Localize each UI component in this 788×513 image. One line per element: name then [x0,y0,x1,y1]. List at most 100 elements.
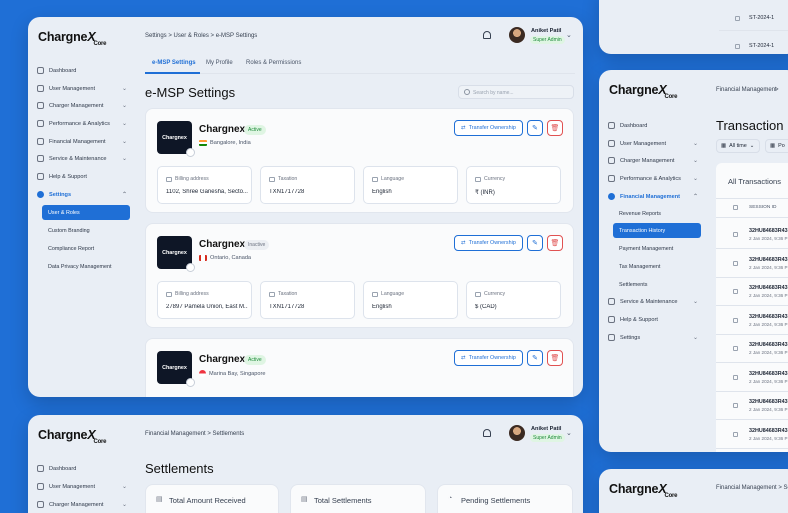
sidebar-item-user-management[interactable]: User Management ⌄ [37,81,127,96]
table-row[interactable]: 32HU84683R43 2 Jan 2024, 9:36 P [716,250,788,278]
company-name: Chargnex [199,354,246,365]
row-checkbox[interactable] [735,16,740,21]
sidebar-item-service[interactable]: Service & Maintenance ⌄ [37,151,127,166]
sidebar-item-help[interactable]: Help & Support [608,312,698,327]
row-checkbox[interactable] [733,431,738,437]
sidebar-sub-transaction-history[interactable]: Transaction History [613,223,701,238]
users-icon [37,85,44,92]
transfer-ownership-button[interactable]: ⇄ Transfer Ownership [454,120,523,136]
table-row[interactable]: 32HU84683R43 2 Jan 2024, 9:36 P [716,307,788,335]
swap-icon: ⇄ [461,125,466,131]
bell-icon[interactable] [483,429,491,437]
table-row[interactable]: 32HU84683R43 2 Jan 2024, 9:36 P [716,392,788,420]
row-divider [719,30,788,31]
trash-icon: 🗑 [550,125,560,132]
user-name: Aniket Patil [531,426,562,432]
chevron-down-icon: ⌄ [692,141,698,147]
row-checkbox[interactable] [733,317,738,323]
table-row[interactable]: 32HU84683R43 2 Jan 2024, 9:36 P [716,335,788,363]
tab-my-profile[interactable]: My Profile [206,60,233,66]
sidebar-item-dashboard[interactable]: Dashboard [608,118,698,133]
date-filter-dropdown[interactable]: ▦ All time ⌄ [716,139,760,153]
company-location: Ontario, Canada [199,255,251,261]
currency-field: Currency ₹ (INR) [466,166,561,204]
avatar[interactable] [509,425,525,441]
sidebar-sub-custom-branding[interactable]: Custom Branding [42,223,130,238]
sidebar-item-service[interactable]: Service & Maintenance ⌄ [608,294,698,309]
select-all-checkbox[interactable] [733,205,738,210]
brand-logo: ChargneXCore [609,482,678,499]
chevron-down-icon: ⌄ [121,156,127,162]
language-field: Language English [363,281,458,319]
sidebar-item-charger-management[interactable]: Charger Management ⌄ [37,98,127,113]
row-checkbox[interactable] [733,289,738,294]
edit-button[interactable]: ✎ [527,350,543,366]
edit-button[interactable]: ✎ [527,120,543,136]
port-filter-dropdown[interactable]: ▦ Po [765,139,788,153]
camera-icon[interactable] [186,148,195,157]
table-row[interactable]: 32HU84683R43 2 Jan 2024, 9:36 P [716,421,788,449]
table-row[interactable]: 32HU84683R43 2 Jan 2024, 9:36 P [716,221,788,249]
sidebar-sub-compliance[interactable]: Compliance Report [42,241,130,256]
sidebar-item-charger-management[interactable]: Charger Management ⌄ [37,497,127,512]
row-checkbox[interactable] [733,403,738,408]
row-checkbox[interactable] [733,260,738,266]
delete-button[interactable]: 🗑 [547,120,563,136]
session-date: 2 Jan 2024, 9:36 P [749,236,788,241]
sidebar-item-settings[interactable]: Settings ⌃ [37,187,127,202]
company-name: Chargnex [199,124,246,135]
edit-button[interactable]: ✎ [527,235,543,251]
bell-icon[interactable] [483,31,491,39]
delete-button[interactable]: 🗑 [547,350,563,366]
sidebar-item-user-management[interactable]: User Management ⌄ [37,479,127,494]
sidebar-item-charger-management[interactable]: Charger Management ⌄ [608,153,698,168]
row-checkbox[interactable] [735,44,740,49]
transfer-ownership-button[interactable]: ⇄ Transfer Ownership [454,235,523,251]
sidebar-item-performance[interactable]: Performance & Analytics ⌄ [37,116,127,131]
chevron-down-icon[interactable]: ⌄ [566,31,572,39]
delete-button[interactable]: 🗑 [547,235,563,251]
charger-icon [608,157,615,164]
chevron-down-icon[interactable]: ⌄ [566,429,572,437]
sidebar-item-performance[interactable]: Performance & Analytics ⌄ [608,171,698,186]
sidebar-sub-revenue-reports[interactable]: Revenue Reports [613,206,701,221]
sidebar-sub-settlements[interactable]: Settlements [613,277,701,292]
transfer-ownership-button[interactable]: ⇄ Transfer Ownership [454,350,523,366]
table-row[interactable]: 32HU84683R43 2 Jan 2024, 9:36 P [716,278,788,306]
sidebar-sub-payment-management[interactable]: Payment Management [613,241,701,256]
sidebar-sub-user-roles[interactable]: User & Roles [42,205,130,220]
avatar[interactable] [509,27,525,43]
breadcrumb: Settings > User & Roles > e-MSP Settings [145,33,258,39]
search-input[interactable]: Search by name... [458,85,574,99]
tab-roles-permissions[interactable]: Roles & Permissions [246,60,301,66]
sidebar-item-dashboard[interactable]: Dashboard [37,461,127,476]
settlements-window: ChargneXCore Financial Management > Sett… [28,415,583,513]
tab-emsp-settings[interactable]: e-MSP Settings [152,60,196,66]
camera-icon[interactable] [186,378,195,387]
sidebar-item-user-management[interactable]: User Management ⌄ [608,136,698,151]
trash-icon: 🗑 [550,355,560,362]
crumb-financial[interactable]: Financial Management [145,431,206,437]
sidebar-item-dashboard[interactable]: Dashboard [37,63,127,78]
sidebar-item-financial[interactable]: Financial Management ⌃ [608,189,698,204]
breadcrumb[interactable]: Financial Management [716,87,777,93]
camera-icon[interactable] [186,263,195,272]
tab-underline [145,72,200,74]
row-checkbox[interactable] [733,374,738,380]
sidebar-item-help[interactable]: Help & Support [37,169,127,184]
column-header-session-id[interactable]: SESSION ID [749,205,776,210]
row-checkbox[interactable] [733,232,738,237]
sidebar-sub-tax-management[interactable]: Tax Management [613,259,701,274]
session-date: 2 Jan 2024, 9:36 P [749,435,788,441]
taxation-field: Taxation TXN1717728 [260,281,355,319]
bottom-right-window: ChargneXCore Financial Management > Se [599,469,788,513]
table-row[interactable]: 32HU84683R43 2 Jan 2024, 9:36 P [716,364,788,392]
crumb-settings[interactable]: Settings [145,33,167,39]
charger-icon [37,501,44,508]
language-icon [372,291,378,297]
row-checkbox[interactable] [733,346,738,351]
sidebar-sub-data-privacy[interactable]: Data Privacy Management [42,259,130,274]
sidebar-item-financial[interactable]: Financial Management ⌄ [37,134,127,149]
sidebar-item-settings[interactable]: Settings ⌄ [608,330,698,345]
crumb-user-roles[interactable]: User & Roles [174,33,209,39]
